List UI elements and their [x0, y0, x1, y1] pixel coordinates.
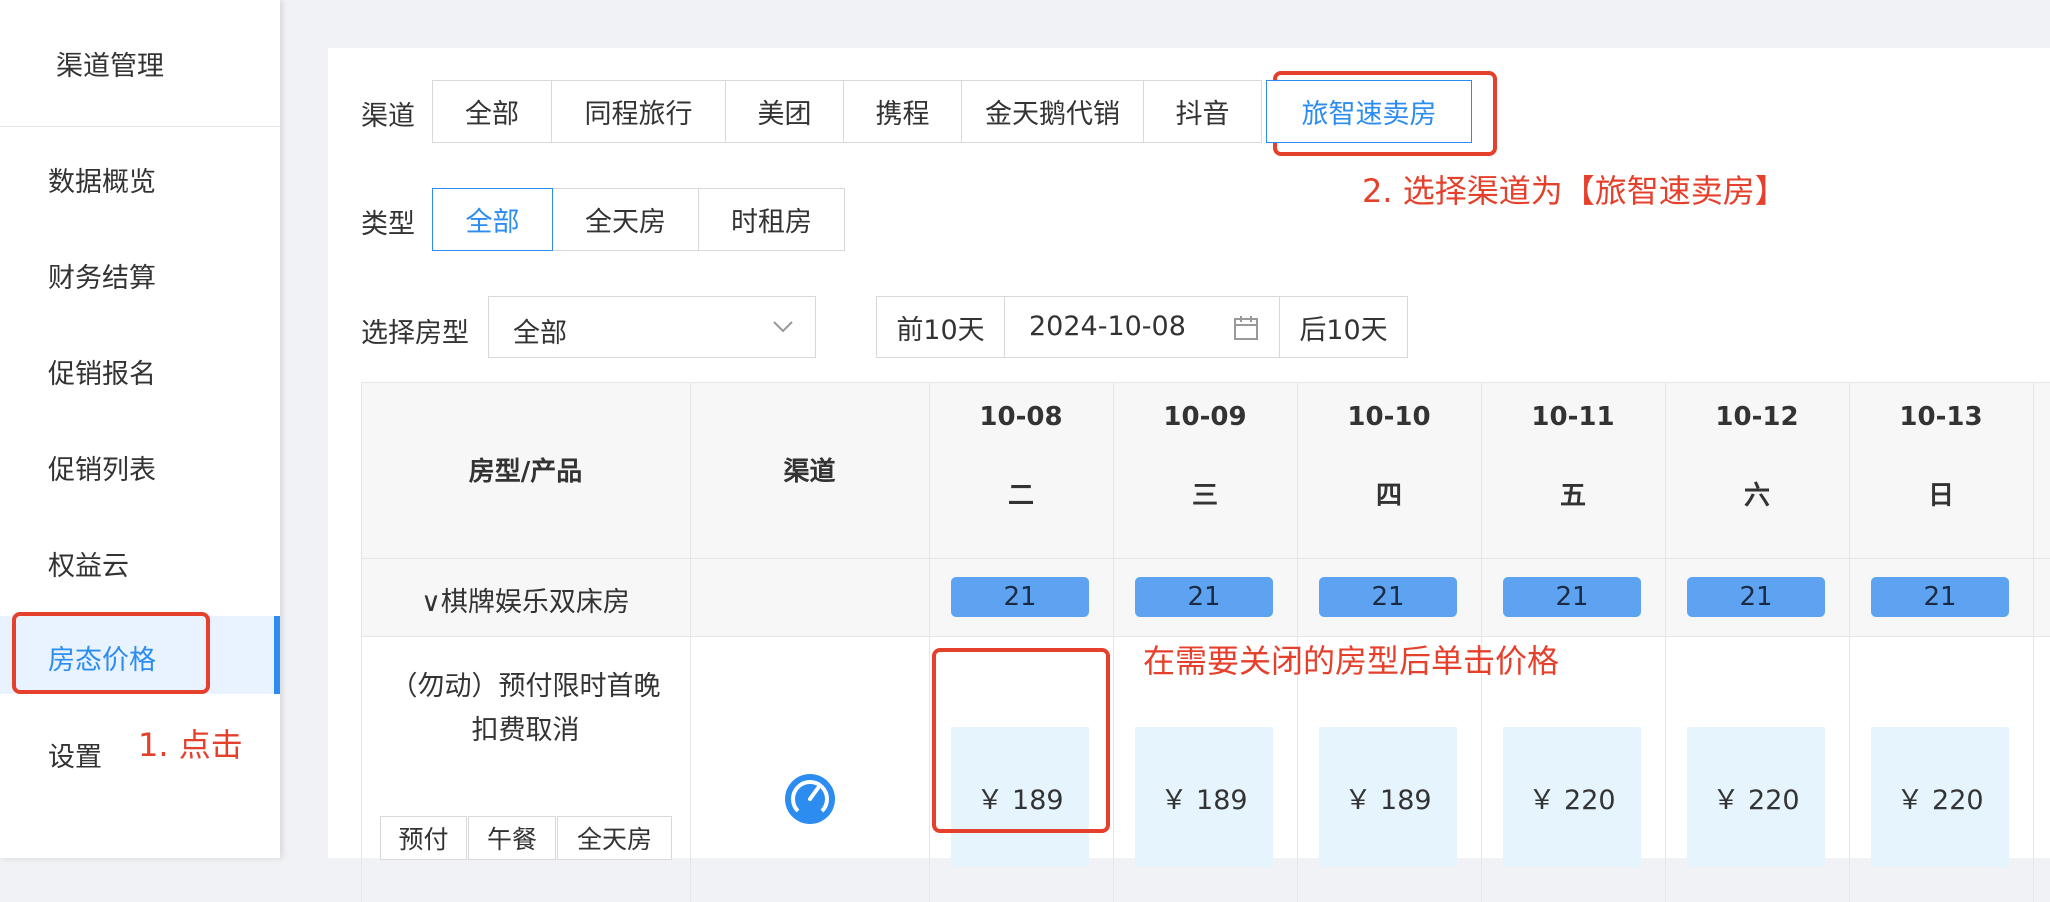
room-type-value: 全部: [513, 318, 567, 349]
sidebar-item-label: 权益云: [48, 551, 129, 582]
inventory-badge[interactable]: 21: [951, 577, 1089, 617]
channel-filter: 全部 同程旅行 美团 携程 金天鹅代销 抖音 旅智速卖房: [432, 80, 1472, 143]
price-cell[interactable]: ￥ 220: [1687, 727, 1825, 867]
header-weekday: 三: [1191, 481, 1218, 511]
annotation-step2: 2. 选择渠道为【旅智速卖房】: [1362, 172, 1787, 210]
price-cell[interactable]: ￥ 220: [1871, 727, 2009, 867]
next-10-days-button[interactable]: 后10天: [1279, 296, 1408, 358]
channel-option-meituan[interactable]: 美团: [725, 80, 844, 143]
header-room-product: 房型/产品: [468, 457, 583, 487]
sidebar-item-data-overview[interactable]: 数据概览: [0, 138, 280, 216]
annotation-step1: 1. 点击: [138, 726, 243, 764]
inventory-badge[interactable]: 21: [1135, 577, 1273, 617]
type-option-full-day[interactable]: 全天房: [552, 188, 699, 251]
inventory-badge[interactable]: 21: [1871, 577, 2009, 617]
sidebar-item-promo-list[interactable]: 促销列表: [0, 426, 280, 504]
header-weekday: 日: [1927, 481, 1954, 511]
sidebar-item-label: 数据概览: [48, 167, 156, 198]
inventory-badge[interactable]: 21: [1503, 577, 1641, 617]
sidebar-title: 渠道管理: [56, 51, 164, 82]
product-tag-full-day: 全天房: [557, 816, 672, 860]
sidebar-item-finance[interactable]: 财务结算: [0, 234, 280, 312]
calendar-icon: [1234, 316, 1258, 340]
annotation-highlight-price: [932, 648, 1110, 833]
header-date: 10-10: [1347, 402, 1431, 432]
sidebar-divider: [0, 126, 280, 127]
channel-filter-label: 渠道: [361, 101, 415, 132]
room-type-label: 选择房型: [361, 318, 469, 349]
annotation-highlight-sidebar: [12, 612, 210, 694]
header-date: 10-11: [1531, 402, 1615, 432]
header-date: 10-13: [1899, 402, 1983, 432]
channel-option-tongcheng[interactable]: 同程旅行: [551, 80, 726, 143]
channel-option-douyin[interactable]: 抖音: [1143, 80, 1262, 143]
channel-option-jintiane[interactable]: 金天鹅代销: [961, 80, 1144, 143]
channel-option-all[interactable]: 全部: [432, 80, 552, 143]
product-tag-prepaid: 预付: [380, 816, 467, 860]
header-weekday: 四: [1375, 481, 1402, 511]
date-value: 2024-10-08: [1029, 311, 1186, 342]
sidebar-item-label: 促销列表: [48, 455, 156, 486]
header-weekday: 六: [1743, 481, 1770, 511]
channel-option-lvzhi[interactable]: 旅智速卖房: [1266, 80, 1472, 143]
header-date: 10-08: [979, 402, 1063, 432]
product-tag-lunch: 午餐: [468, 816, 556, 860]
date-picker[interactable]: 2024-10-08: [1004, 296, 1280, 358]
annotation-step3: 在需要关闭的房型后单击价格: [1143, 642, 1560, 680]
header-weekday: 二: [1007, 481, 1034, 511]
channel-option-ctrip[interactable]: 携程: [843, 80, 962, 143]
price-cell[interactable]: ￥ 220: [1503, 727, 1641, 867]
sidebar-item-label: 促销报名: [48, 359, 156, 390]
room-group-toggle[interactable]: ∨棋牌娱乐双床房: [361, 580, 690, 619]
header-channel: 渠道: [783, 457, 836, 487]
header-date: 10-09: [1163, 402, 1247, 432]
inventory-badge[interactable]: 21: [1319, 577, 1457, 617]
type-filter: 全部 全天房 时租房: [432, 188, 845, 251]
sidebar-item-label: 设置: [48, 742, 102, 773]
product-name-line2: 扣费取消: [471, 715, 580, 746]
price-cell[interactable]: ￥ 189: [1135, 727, 1273, 867]
type-filter-label: 类型: [361, 209, 415, 240]
header-weekday: 五: [1559, 481, 1586, 511]
sidebar-item-benefits-cloud[interactable]: 权益云: [0, 522, 280, 600]
room-type-select[interactable]: 全部: [488, 296, 816, 358]
sidebar-item-promo-signup[interactable]: 促销报名: [0, 330, 280, 408]
header-date: 10-12: [1715, 402, 1799, 432]
speedometer-icon: [785, 774, 835, 824]
price-cell[interactable]: ￥ 189: [1319, 727, 1457, 867]
type-option-all[interactable]: 全部: [432, 188, 553, 251]
main-panel: 渠道 全部 同程旅行 美团 携程 金天鹅代销 抖音 旅智速卖房 类型 全部 全天…: [328, 48, 2050, 902]
chevron-down-icon: [773, 321, 793, 333]
prev-10-days-button[interactable]: 前10天: [876, 296, 1005, 358]
inventory-badge[interactable]: 21: [1687, 577, 1825, 617]
product-name-line1: （勿动）预付限时首晚: [390, 671, 661, 702]
sidebar-item-label: 财务结算: [48, 263, 156, 294]
type-option-hourly[interactable]: 时租房: [698, 188, 845, 251]
